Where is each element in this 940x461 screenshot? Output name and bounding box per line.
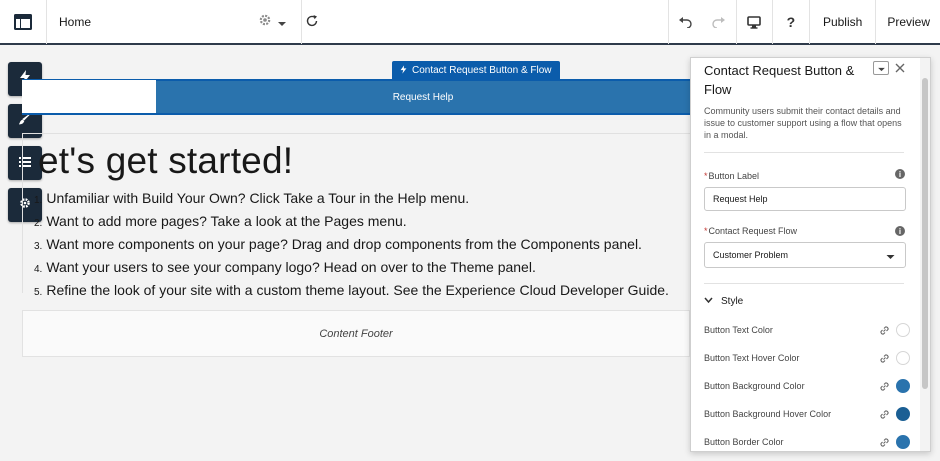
undo-icon[interactable] xyxy=(667,0,702,44)
chevron-down-icon xyxy=(886,252,895,262)
request-help-button[interactable]: Request Help xyxy=(156,79,690,115)
button-background-color-swatch[interactable] xyxy=(896,379,910,393)
divider xyxy=(704,283,904,284)
layout-icon[interactable] xyxy=(0,0,47,44)
list-item: 3. Want more components on your page? Dra… xyxy=(34,236,642,252)
link-icon[interactable] xyxy=(879,353,890,364)
contact-request-flow-label: *Contact Request Flow xyxy=(704,226,798,236)
help-label: ? xyxy=(786,14,796,30)
chevron-down-icon xyxy=(877,59,885,77)
page-heading: et's get started! xyxy=(38,140,294,181)
button-background-hover-color-swatch[interactable] xyxy=(896,407,910,421)
content-footer-label: Content Footer xyxy=(319,327,393,340)
component-left-area xyxy=(22,80,156,113)
style-row: Button Text Color xyxy=(704,320,910,340)
list-item: 1. Unfamiliar with Build Your Own? Click … xyxy=(34,190,470,206)
style-row: Button Text Hover Color xyxy=(704,348,910,368)
redo-icon[interactable] xyxy=(702,0,736,44)
selected-component-tag[interactable]: Contact Request Button & Flow xyxy=(392,61,560,80)
link-icon[interactable] xyxy=(879,381,890,392)
button-text-color-swatch[interactable] xyxy=(896,323,910,337)
style-row: Button Background Hover Color xyxy=(704,404,910,424)
gear-icon xyxy=(258,13,272,32)
link-icon[interactable] xyxy=(879,325,890,336)
button-label-field-label: *Button Label xyxy=(704,171,760,181)
button-text-hover-color-swatch[interactable] xyxy=(896,351,910,365)
button-border-color-swatch[interactable] xyxy=(896,435,910,449)
list-item: 4. Want your users to see your company lo… xyxy=(34,259,536,275)
list-item: 5. Refine the look of your site with a cu… xyxy=(34,282,669,298)
preview-button[interactable]: Preview xyxy=(875,0,940,44)
panel-title: Contact Request Button & Flow xyxy=(704,63,855,97)
content-footer[interactable]: Content Footer xyxy=(22,310,690,357)
builder-toolbar: Home ? Publish Preview xyxy=(0,0,940,45)
page-selector-label: Home xyxy=(59,15,92,29)
divider xyxy=(704,152,904,153)
lightning-icon xyxy=(400,64,407,77)
getting-started-list: 1. Unfamiliar with Build Your Own? Click … xyxy=(34,188,669,303)
panel-description: Community users submit their contact det… xyxy=(704,106,902,140)
list-item: 2. Want to add more pages? Take a look at… xyxy=(34,213,407,229)
publish-label: Publish xyxy=(822,15,863,29)
refresh-icon[interactable] xyxy=(305,14,319,33)
style-section-toggle[interactable]: Style xyxy=(704,296,743,307)
desktop-icon[interactable] xyxy=(735,0,772,44)
style-row: Button Background Color xyxy=(704,376,910,396)
chevron-down-icon xyxy=(278,14,286,32)
publish-button[interactable]: Publish xyxy=(808,0,875,44)
info-icon[interactable]: i xyxy=(895,169,905,179)
component-tag-label: Contact Request Button & Flow xyxy=(412,65,552,76)
panel-scrollbar-thumb[interactable] xyxy=(922,78,928,389)
info-icon[interactable]: i xyxy=(895,226,905,236)
property-panel: Contact Request Button & Flow Community … xyxy=(690,57,931,452)
link-icon[interactable] xyxy=(879,437,890,448)
request-help-label: Request Help xyxy=(392,91,454,103)
contact-request-flow-select[interactable]: Customer Problem xyxy=(704,242,906,268)
close-icon[interactable] xyxy=(895,60,905,78)
page-settings-menu[interactable] xyxy=(258,13,286,32)
help-button[interactable]: ? xyxy=(771,0,809,44)
button-label-input[interactable]: Request Help xyxy=(704,187,906,211)
chevron-down-icon xyxy=(704,296,713,307)
panel-menu-button[interactable] xyxy=(873,61,889,75)
preview-label: Preview xyxy=(887,15,930,29)
link-icon[interactable] xyxy=(879,409,890,420)
style-row: Button Border Color xyxy=(704,432,910,451)
style-section-label: Style xyxy=(721,296,744,307)
